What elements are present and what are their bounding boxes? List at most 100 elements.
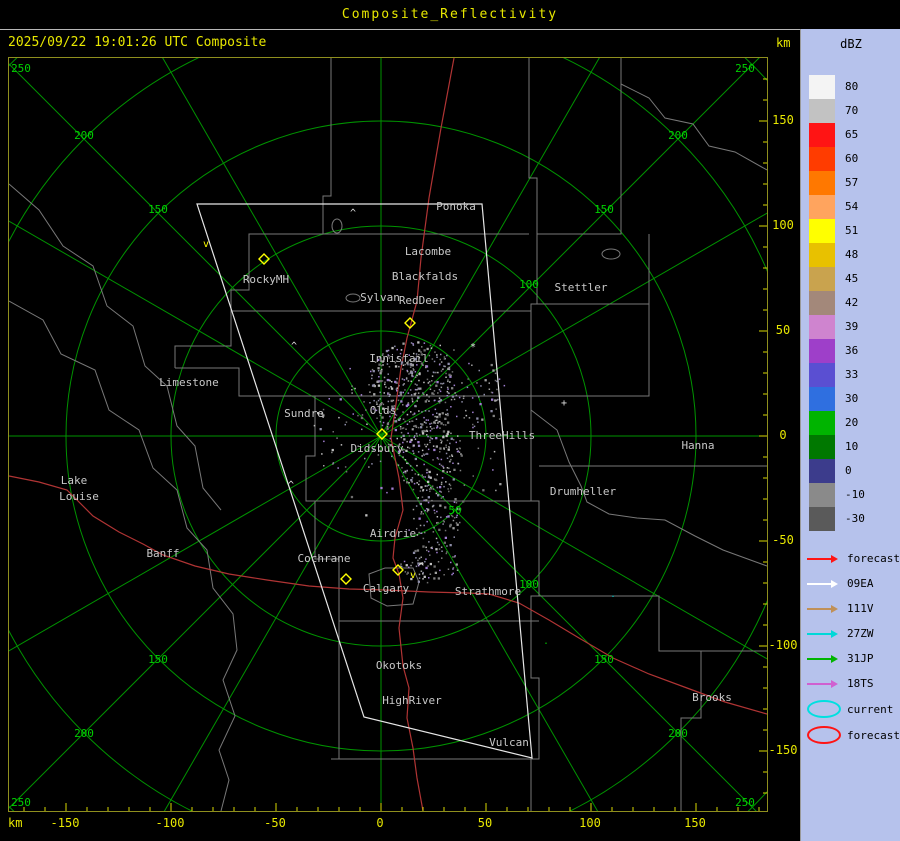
echo-pixel: [403, 438, 405, 440]
echo-pixel: [479, 370, 481, 372]
echo-pixel: [424, 444, 426, 446]
echo-pixel: [438, 544, 440, 546]
echo-pixel: [351, 385, 353, 387]
echo-pixel: [453, 567, 455, 569]
echo-pixel: [419, 574, 421, 576]
echo-pixel: [429, 471, 431, 473]
city-label: Didsbury: [351, 442, 404, 455]
echo-pixel: [456, 442, 458, 444]
echo-pixel: [437, 426, 439, 428]
dbz-value-label: 36: [845, 344, 858, 357]
echo-pixel: [451, 454, 453, 456]
echo-pixel: [422, 392, 424, 394]
echo-pixel: [490, 458, 492, 460]
echo-pixel: [415, 438, 417, 440]
echo-pixel: [412, 401, 414, 403]
echo-pixel: [380, 461, 382, 463]
echo-pixel: [474, 426, 476, 428]
echo-pixel: [447, 422, 449, 424]
dbz-cell: 51: [809, 219, 895, 243]
echo-pixel: [427, 444, 429, 446]
echo-pixel: [440, 517, 442, 519]
echo-pixel: [422, 432, 424, 434]
echo-pixel: [436, 354, 438, 356]
echo-pixel: [423, 546, 425, 548]
echo-pixel: [440, 391, 442, 393]
echo-pixel: [454, 399, 456, 401]
range-ring-label: 150: [148, 203, 168, 216]
echo-pixel: [377, 367, 379, 369]
radar-map[interactable]: v^^*+^^v..PonokaLacombeBlackfaldsSylvanR…: [8, 57, 768, 812]
echo-pixel: [411, 394, 413, 396]
echo-pixel: [443, 574, 445, 576]
echo-pixel: [440, 422, 442, 424]
echo-pixel: [449, 471, 451, 473]
echo-pixel: [451, 438, 453, 440]
echo-pixel: [369, 391, 371, 393]
echo-pixel: [427, 481, 429, 483]
dbz-value-label: 10: [845, 440, 858, 453]
echo-pixel: [449, 484, 451, 486]
echo-pixel: [374, 385, 376, 387]
echo-pixel: [454, 536, 456, 538]
echo-pixel: [413, 453, 415, 455]
echo-pixel: [430, 385, 432, 387]
echo-pixel: [380, 370, 382, 372]
echo-pixel: [464, 484, 466, 486]
echo-pixel: [418, 532, 420, 534]
echo-pixel: [372, 369, 374, 371]
echo-pixel: [415, 557, 417, 559]
echo-pixel: [432, 375, 434, 377]
arrow-icon: [807, 680, 845, 688]
echo-pixel: [449, 367, 451, 369]
echo-pixel: [436, 357, 438, 359]
echo-pixel: [426, 365, 428, 367]
echo-pixel: [424, 342, 426, 344]
echo-pixel: [405, 450, 407, 452]
echo-pixel: [442, 470, 444, 472]
echo-pixel: [421, 411, 423, 413]
echo-pixel: [409, 441, 411, 443]
dbz-swatch: [809, 147, 835, 171]
echo-pixel: [443, 447, 445, 449]
echo-pixel: [428, 502, 430, 504]
echo-pixel: [447, 488, 449, 490]
echo-pixel: [403, 435, 405, 437]
echo-pixel: [423, 430, 425, 432]
echo-pixel: [442, 523, 444, 525]
echo-pixel: [415, 383, 417, 385]
echo-pixel: [439, 570, 441, 572]
city-label: Calgary: [363, 582, 410, 595]
legend-label: current: [847, 703, 893, 716]
bottom-axis-tick-label: -150: [51, 816, 80, 830]
window-title: Composite_Reflectivity: [342, 7, 558, 22]
echo-pixel: [443, 365, 445, 367]
bottom-axis-tick-label: -100: [156, 816, 185, 830]
echo-pixel: [417, 341, 419, 343]
echo-pixel: [406, 573, 408, 575]
echo-pixel: [495, 380, 497, 382]
echo-pixel: [411, 376, 413, 378]
echo-pixel: [452, 527, 454, 529]
echo-pixel: [407, 433, 409, 435]
echo-pixel: [423, 382, 425, 384]
city-label: ThreeHills: [469, 429, 535, 442]
echo-pixel: [323, 465, 325, 467]
timestamp: 2025/09/22 19:01:26 UTC Composite: [8, 35, 266, 50]
dbz-cell: 54: [809, 195, 895, 219]
echo-pixel: [416, 505, 418, 507]
echo-pixel: [403, 419, 405, 421]
echo-pixel: [438, 401, 440, 403]
echo-pixel: [454, 392, 456, 394]
echo-pixel: [496, 389, 498, 391]
echo-pixel: [496, 381, 498, 383]
echo-pixel: [449, 456, 451, 458]
echo-pixel: [433, 428, 435, 430]
legend-label: 27ZW: [847, 627, 874, 640]
echo-pixel: [435, 437, 437, 439]
echo-pixel: [413, 518, 415, 520]
echo-pixel: [437, 487, 439, 489]
echo-pixel: [447, 433, 449, 435]
echo-pixel: [314, 425, 316, 427]
echo-pixel: [491, 399, 493, 401]
